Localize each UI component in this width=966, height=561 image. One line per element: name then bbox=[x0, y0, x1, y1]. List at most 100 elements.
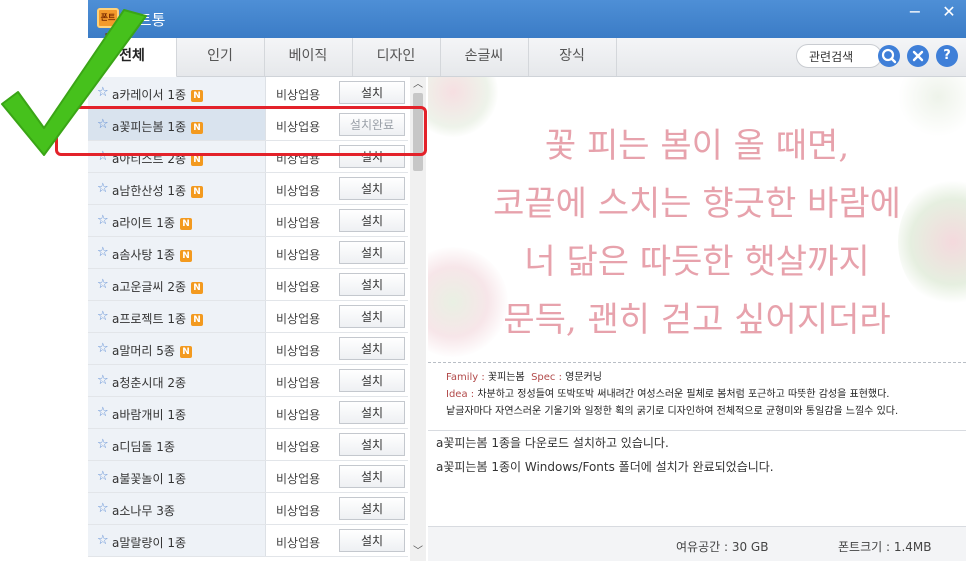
new-badge-icon: N bbox=[179, 218, 192, 230]
new-badge-icon: N bbox=[191, 314, 204, 326]
spec-value: 영문커닝 bbox=[565, 372, 602, 383]
font-list-row[interactable]: ☆ a프로젝트 1종 N 비상업용 설치 bbox=[88, 301, 408, 333]
spec-label: Spec : bbox=[531, 372, 566, 383]
preview-line: 문득, 괜히 걷고 싶어지더라 bbox=[503, 300, 891, 340]
font-list-row[interactable]: ☆ a솜사탕 1종 N 비상업용 설치 bbox=[88, 237, 408, 269]
tab-decoration[interactable]: 장식 bbox=[528, 38, 617, 76]
font-list-row[interactable]: ☆ a라이트 1종 N 비상업용 설치 bbox=[88, 205, 408, 237]
star-icon[interactable]: ☆ bbox=[97, 437, 109, 452]
font-name-cell[interactable]: ☆ a말머리 5종 N bbox=[88, 333, 266, 364]
help-icon[interactable]: ? bbox=[936, 45, 958, 67]
install-button[interactable]: 설치 bbox=[339, 497, 405, 520]
tab-handwriting[interactable]: 손글씨 bbox=[440, 38, 529, 76]
install-button[interactable]: 설치 bbox=[339, 305, 405, 328]
font-name: a불꽃놀이 1종 bbox=[112, 470, 186, 487]
scroll-up-arrow-icon[interactable]: ︿ bbox=[410, 78, 426, 92]
font-name-cell[interactable]: ☆ a바람개비 1종 bbox=[88, 397, 266, 428]
new-badge-icon: N bbox=[179, 346, 192, 358]
font-name-cell[interactable]: ☆ a프로젝트 1종 N bbox=[88, 301, 266, 332]
font-name-cell[interactable]: ☆ a고운글씨 2종 N bbox=[88, 269, 266, 300]
install-button[interactable]: 설치 bbox=[339, 369, 405, 392]
font-name-cell[interactable]: ☆ a디딤돌 1종 bbox=[88, 429, 266, 460]
license-type: 비상업용 bbox=[276, 536, 321, 550]
star-icon[interactable]: ☆ bbox=[97, 533, 109, 548]
idea-line: Idea : 차분하고 정성들여 또박또박 써내려간 여성스러운 필체로 봄처럼… bbox=[446, 386, 966, 403]
star-icon[interactable]: ☆ bbox=[97, 213, 109, 228]
install-button[interactable]: 설치 bbox=[339, 273, 405, 296]
log-line: a꽃피는봄 1종이 Windows/Fonts 폴더에 설치가 완료되었습니다. bbox=[436, 460, 774, 474]
new-badge-icon: N bbox=[191, 282, 204, 294]
font-name-text: a소나무 3종 bbox=[112, 504, 175, 518]
font-list-row[interactable]: ☆ a청춘시대 2종 비상업용 설치 bbox=[88, 365, 408, 397]
related-search-button[interactable]: 관련검색 bbox=[796, 44, 882, 68]
font-list-row[interactable]: ☆ a소나무 3종 비상업용 설치 bbox=[88, 493, 408, 525]
install-button[interactable]: 설치 bbox=[339, 81, 405, 104]
license-type: 비상업용 bbox=[276, 376, 321, 390]
search-icon[interactable] bbox=[878, 45, 900, 67]
scroll-down-arrow-icon[interactable]: ﹀ bbox=[410, 545, 426, 559]
star-icon[interactable]: ☆ bbox=[97, 309, 109, 324]
license-type: 비상업용 bbox=[276, 408, 321, 422]
license-type: 비상업용 bbox=[276, 440, 321, 454]
font-list-row[interactable]: ☆ a불꽃놀이 1종 비상업용 설치 bbox=[88, 461, 408, 493]
star-icon[interactable]: ☆ bbox=[97, 181, 109, 196]
font-name: a말머리 5종 N bbox=[112, 342, 192, 359]
font-name-text: a불꽃놀이 1종 bbox=[112, 472, 187, 486]
font-name-cell[interactable]: ☆ a불꽃놀이 1종 bbox=[88, 461, 266, 492]
font-list-row[interactable]: ☆ a남한산성 1종 N 비상업용 설치 bbox=[88, 173, 408, 205]
font-name-cell[interactable]: ☆ a솜사탕 1종 N bbox=[88, 237, 266, 268]
font-name: a프로젝트 1종 N bbox=[112, 310, 204, 327]
install-button[interactable]: 설치 bbox=[339, 401, 405, 424]
tab-design[interactable]: 디자인 bbox=[352, 38, 441, 76]
license-type: 비상업용 bbox=[276, 216, 321, 230]
family-value: 꽃피는봄 bbox=[487, 372, 525, 383]
font-size-text: 폰트크기 : 1.4MB bbox=[838, 540, 932, 554]
clear-icon[interactable] bbox=[907, 45, 929, 67]
new-badge-icon: N bbox=[191, 186, 204, 198]
star-icon[interactable]: ☆ bbox=[97, 341, 109, 356]
status-bar: 여유공간 : 30 GB 폰트크기 : 1.4MB bbox=[428, 526, 966, 561]
font-name-cell[interactable]: ☆ a라이트 1종 N bbox=[88, 205, 266, 236]
font-name-text: a바람개비 1종 bbox=[112, 408, 187, 422]
font-list-row[interactable]: ☆ a말랄량이 1종 비상업용 설치 bbox=[88, 525, 408, 557]
free-space-text: 여유공간 : 30 GB bbox=[676, 540, 769, 554]
font-list-row[interactable]: ☆ a디딤돌 1종 비상업용 설치 bbox=[88, 429, 408, 461]
install-button[interactable]: 설치 bbox=[339, 465, 405, 488]
font-info: Family : 꽃피는봄 Spec : 영문커닝 Idea : 차분하고 정성… bbox=[428, 362, 966, 428]
tab-popular[interactable]: 인기 bbox=[176, 38, 265, 76]
install-button[interactable]: 설치 bbox=[339, 433, 405, 456]
star-icon[interactable]: ☆ bbox=[97, 245, 109, 260]
font-list-row[interactable]: ☆ a말머리 5종 N 비상업용 설치 bbox=[88, 333, 408, 365]
font-name-cell[interactable]: ☆ a말랄량이 1종 bbox=[88, 525, 266, 556]
minimize-button[interactable]: − bbox=[900, 0, 930, 26]
license-type: 비상업용 bbox=[276, 248, 321, 262]
install-button[interactable]: 설치 bbox=[339, 177, 405, 200]
tab-basic[interactable]: 베이직 bbox=[264, 38, 353, 76]
font-list-row[interactable]: ☆ a바람개비 1종 비상업용 설치 bbox=[88, 397, 408, 429]
close-window-button[interactable]: ✕ bbox=[934, 0, 964, 26]
star-icon[interactable]: ☆ bbox=[97, 277, 109, 292]
font-name: a말랄량이 1종 bbox=[112, 534, 186, 551]
license-type: 비상업용 bbox=[276, 312, 321, 326]
idea-text-continued: 낱글자마다 자연스러운 기울기와 일정한 획의 굵기로 디자인하여 전체적으로 … bbox=[446, 406, 899, 417]
preview-sample-text: 꽃 피는 봄이 올 때면, 코끝에 스치는 향긋한 바람에 너 닮은 따듯한 햇… bbox=[428, 117, 966, 349]
star-icon[interactable]: ☆ bbox=[97, 501, 109, 516]
star-icon[interactable]: ☆ bbox=[97, 469, 109, 484]
font-manager-window: 폰트통 폰트통 − ✕ 전체 인기 베이직 디자인 손글씨 장식 관련검색 ? … bbox=[88, 0, 966, 561]
font-name-text: a솜사탕 1종 bbox=[112, 248, 175, 262]
font-name: a청춘시대 2종 bbox=[112, 374, 186, 391]
star-icon[interactable]: ☆ bbox=[97, 405, 109, 420]
font-name-cell[interactable]: ☆ a남한산성 1종 N bbox=[88, 173, 266, 204]
star-icon[interactable]: ☆ bbox=[97, 373, 109, 388]
font-list-row[interactable]: ☆ a고운글씨 2종 N 비상업용 설치 bbox=[88, 269, 408, 301]
install-button[interactable]: 설치 bbox=[339, 241, 405, 264]
install-button[interactable]: 설치 bbox=[339, 337, 405, 360]
install-button[interactable]: 설치 bbox=[339, 529, 405, 552]
log-line: a꽃피는봄 1종을 다운로드 설치하고 있습니다. bbox=[436, 436, 669, 450]
font-name-cell[interactable]: ☆ a청춘시대 2종 bbox=[88, 365, 266, 396]
install-button[interactable]: 설치 bbox=[339, 209, 405, 232]
font-name: a소나무 3종 bbox=[112, 502, 175, 519]
font-name-cell[interactable]: ☆ a소나무 3종 bbox=[88, 493, 266, 524]
license-type: 비상업용 bbox=[276, 184, 321, 198]
new-badge-icon: N bbox=[179, 250, 192, 262]
